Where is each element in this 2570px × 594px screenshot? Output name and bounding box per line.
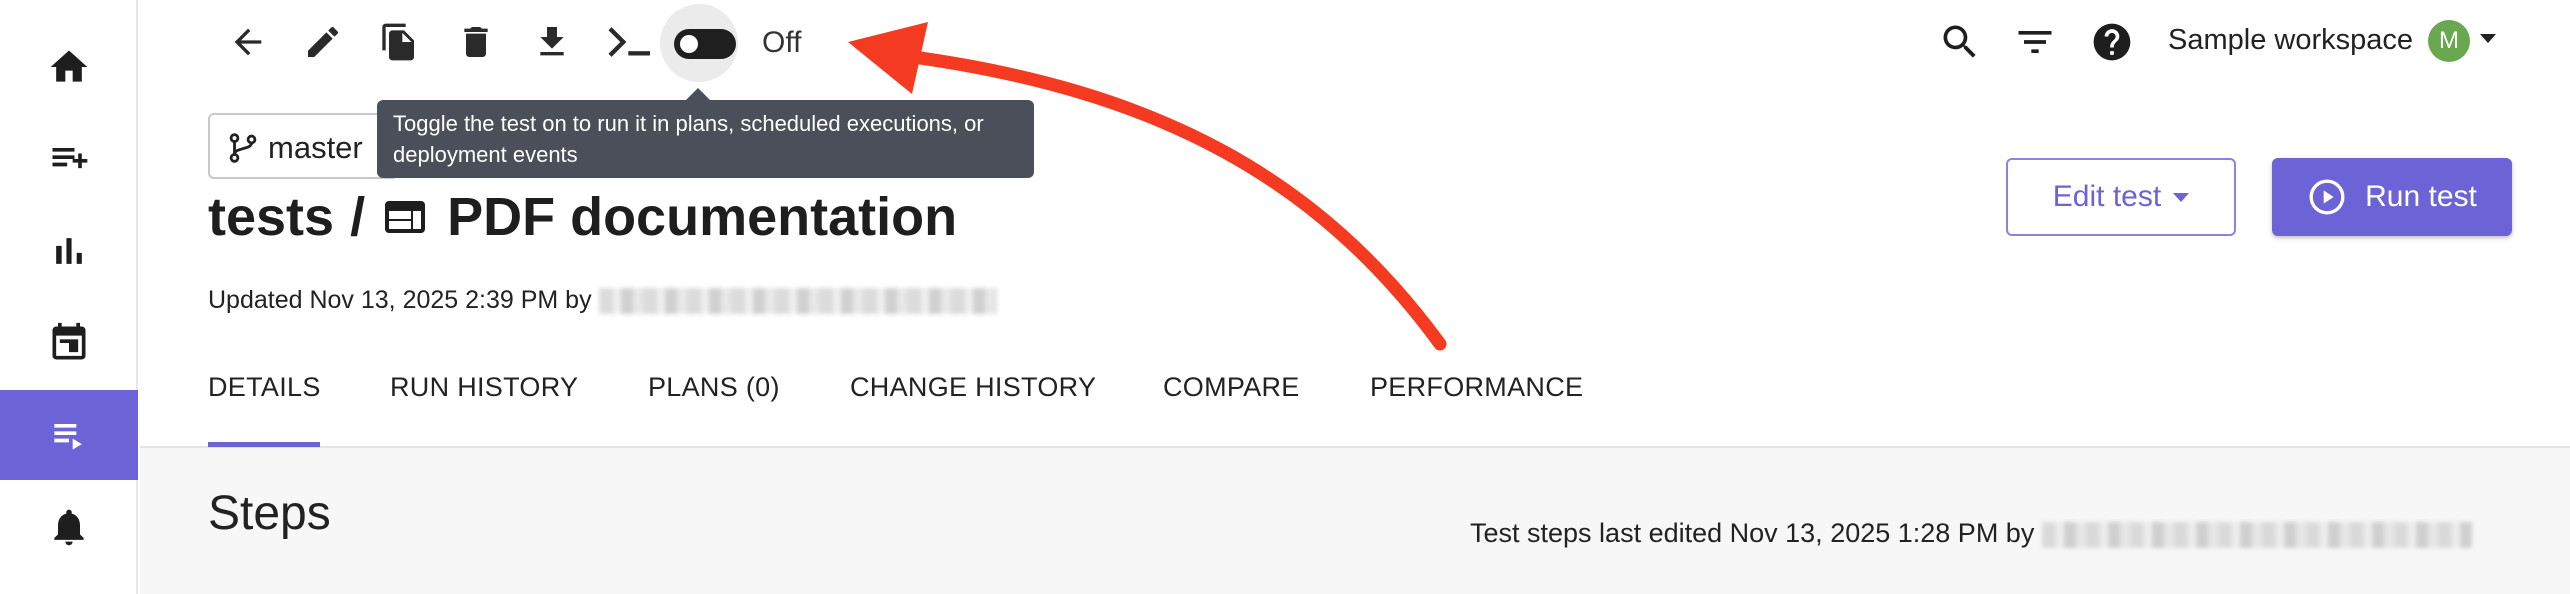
branch-label: master [268,130,363,165]
chevron-down-icon[interactable] [2480,34,2496,43]
tab-run-history[interactable]: RUN HISTORY [390,372,578,403]
edit-button[interactable] [301,20,345,64]
play-circle-icon [2309,179,2345,215]
toggle-tooltip: Toggle the test on to run it in plans, s… [377,100,1034,178]
copy-button[interactable] [377,20,421,64]
caret-down-icon [2173,192,2190,202]
workspace-name[interactable]: Sample workspace [2168,24,2413,57]
help-icon [2093,23,2131,61]
breadcrumb-separator: / [350,187,366,247]
tab-plans[interactable]: PLANS (0) [648,372,780,403]
terminal-icon [608,27,650,57]
redacted-editor [2041,521,2472,548]
playlist-add-icon [52,148,88,169]
sidebar [0,0,138,594]
edit-test-label: Edit test [2052,180,2162,213]
download-button[interactable] [530,20,574,64]
tab-performance[interactable]: PERFORMANCE [1370,372,1583,403]
tab-details[interactable]: DETAILS [208,372,321,403]
steps-title: Steps [208,487,331,540]
edit-pencil-icon [308,26,339,57]
filter-icon [2018,31,2052,53]
edit-test-button[interactable]: Edit test [2006,158,2236,236]
delete-button[interactable] [454,20,498,64]
back-button[interactable] [226,20,270,64]
tab-change-history[interactable]: CHANGE HISTORY [850,372,1096,403]
test-name: PDF documentation [447,187,958,247]
breadcrumb-folder[interactable]: tests [208,186,334,248]
calendar-icon [52,322,86,360]
sidebar-item-add-to-list[interactable] [0,114,138,204]
copy-icon [382,23,414,61]
enable-test-toggle[interactable] [674,29,736,59]
search-icon [1943,25,1976,58]
steps-edited-info: Test steps last edited Nov 13, 2025 1:28… [1470,518,2472,549]
search-button[interactable] [1938,20,1982,64]
steps-edited-text: Test steps last edited Nov 13, 2025 1:28… [1470,518,2035,548]
bar-chart-icon [56,238,82,264]
filter-button[interactable] [2013,20,2057,64]
toggle-knob [680,35,698,53]
sidebar-item-home[interactable] [0,22,138,112]
help-button[interactable] [2090,20,2134,64]
back-arrow-icon [234,28,262,56]
run-test-button[interactable]: Run test [2272,158,2512,236]
tooltip-arrow [686,88,710,100]
sidebar-item-tests[interactable] [0,390,138,480]
toggle-state-label: Off [762,26,802,59]
run-test-label: Run test [2365,180,2477,213]
redacted-author [598,288,997,315]
sidebar-item-reports[interactable] [0,206,138,296]
tests-list-icon [54,424,82,450]
active-tab-indicator [208,442,320,447]
annotation-arrow-head [848,22,928,94]
terminal-button[interactable] [604,20,656,64]
sidebar-item-schedule[interactable] [0,298,138,388]
avatar[interactable]: M [2428,20,2470,62]
tab-compare[interactable]: COMPARE [1163,372,1300,403]
branch-selector[interactable]: master [208,113,398,179]
git-branch-icon [229,133,257,163]
bell-icon [54,509,84,546]
web-page-icon [385,201,426,233]
updated-info: Updated Nov 13, 2025 2:39 PM by [208,286,997,315]
updated-text: Updated Nov 13, 2025 2:39 PM by [208,286,592,314]
trash-icon [464,27,488,57]
page-title: tests / PDF documentation [208,186,957,248]
sidebar-item-notifications[interactable] [0,482,138,572]
home-icon [50,50,88,82]
download-icon [540,27,564,56]
